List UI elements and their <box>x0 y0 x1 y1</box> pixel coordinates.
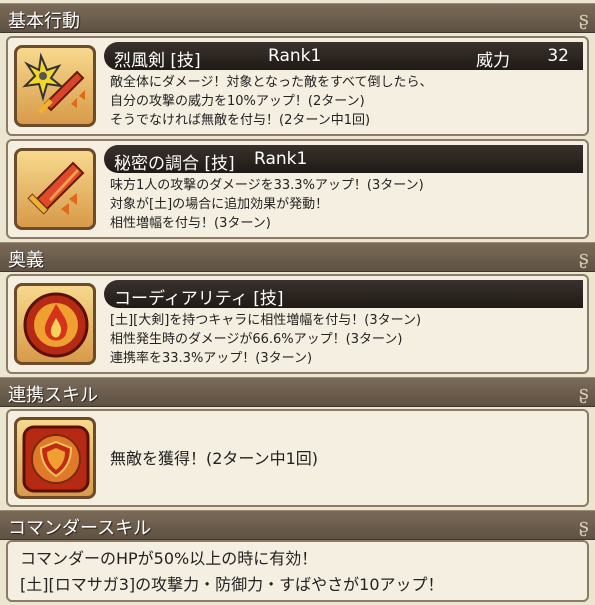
skill-name: 烈風剣 [技] <box>114 51 201 71</box>
section-title: 奥義 <box>8 250 44 271</box>
section-title: 基本行動 <box>8 11 80 32</box>
desc-line: 連携率を33.3%アップ！(3ターン) <box>110 351 313 366</box>
shield-icon <box>14 417 96 499</box>
desc-line: 味方1人の攻撃のダメージを33.3%アップ！(3ターン) <box>110 178 424 193</box>
desc-line: そうでなければ無敵を付与！(2ターン中1回) <box>110 113 371 128</box>
skill-rank: Rank1 <box>268 46 322 66</box>
ougi-description: [土][大剣]を持つキャラに相性増幅を付与！(3ターン) 相性発生時のダメージが… <box>110 311 421 368</box>
skill-card-2[interactable]: 秘密の調合 [技] Rank1 味方1人の攻撃のダメージを33.3%アップ！(3… <box>6 139 589 239</box>
section-header-basic: 基本行動 ʂ <box>0 3 595 33</box>
section-title: コマンダースキル <box>8 518 152 539</box>
link-skill-card[interactable]: 無敵を獲得！(2ターン中1回) <box>6 409 589 507</box>
ornament-icon: ʂ <box>578 245 589 269</box>
desc-line: 敵全体にダメージ！対象となった敵をすべて倒したら、 <box>110 75 433 90</box>
skill-namebar: 烈風剣 [技] Rank1 威力 32 <box>104 42 583 71</box>
link-skill-text: 無敵を獲得！(2ターン中1回) <box>110 449 319 468</box>
flaming-sword-icon <box>14 148 96 230</box>
section-header-commander: コマンダースキル ʂ <box>0 510 595 540</box>
skill-name: 秘密の調合 [技] <box>114 154 235 174</box>
desc-line: 自分の攻撃の威力を10%アップ！(2ターン) <box>110 94 365 109</box>
earth-flame-icon <box>14 283 96 365</box>
skill-namebar: 秘密の調合 [技] Rank1 <box>104 145 583 174</box>
section-header-ougi: 奥義 ʂ <box>0 242 595 272</box>
section-title: 連携スキル <box>8 385 98 406</box>
skill-card-1[interactable]: 烈風剣 [技] Rank1 威力 32 敵全体にダメージ！対象となった敵をすべて… <box>6 36 589 136</box>
ornament-icon: ʂ <box>578 6 589 30</box>
section-header-link: 連携スキル ʂ <box>0 377 595 407</box>
shuriken-sword-icon <box>14 45 96 127</box>
ornament-icon: ʂ <box>578 380 589 404</box>
commander-skill-box[interactable]: コマンダーのHPが50%以上の時に有効！ [土][ロマサガ3]の攻撃力・防御力・… <box>6 540 589 602</box>
skill-description: 敵全体にダメージ！対象となった敵をすべて倒したら、 自分の攻撃の威力を10%アッ… <box>110 73 433 130</box>
desc-line: [土][大剣]を持つキャラに相性増幅を付与！(3ターン) <box>110 313 422 328</box>
desc-line: 対象が[土]の場合に追加効果が発動！ <box>110 197 329 212</box>
commander-line: コマンダーのHPが50%以上の時に有効！ <box>20 549 318 568</box>
skill-rank: Rank1 <box>254 149 308 169</box>
desc-line: 相性発生時のダメージが66.6%アップ！(3ターン) <box>110 332 403 347</box>
ougi-name: コーディアリティ [技] <box>114 289 284 309</box>
ougi-namebar: コーディアリティ [技] <box>104 280 583 309</box>
power-value: 32 <box>547 46 569 66</box>
power-label: 威力 <box>476 51 510 71</box>
desc-line: 相性増幅を付与！(3ターン) <box>110 216 271 231</box>
ornament-icon: ʂ <box>578 513 589 537</box>
ougi-card[interactable]: コーディアリティ [技] [土][大剣]を持つキャラに相性増幅を付与！(3ターン… <box>6 274 589 374</box>
commander-line: [土][ロマサガ3]の攻撃力・防御力・すばやさが10アップ！ <box>20 575 444 594</box>
skill-description: 味方1人の攻撃のダメージを33.3%アップ！(3ターン) 対象が[土]の場合に追… <box>110 176 424 233</box>
